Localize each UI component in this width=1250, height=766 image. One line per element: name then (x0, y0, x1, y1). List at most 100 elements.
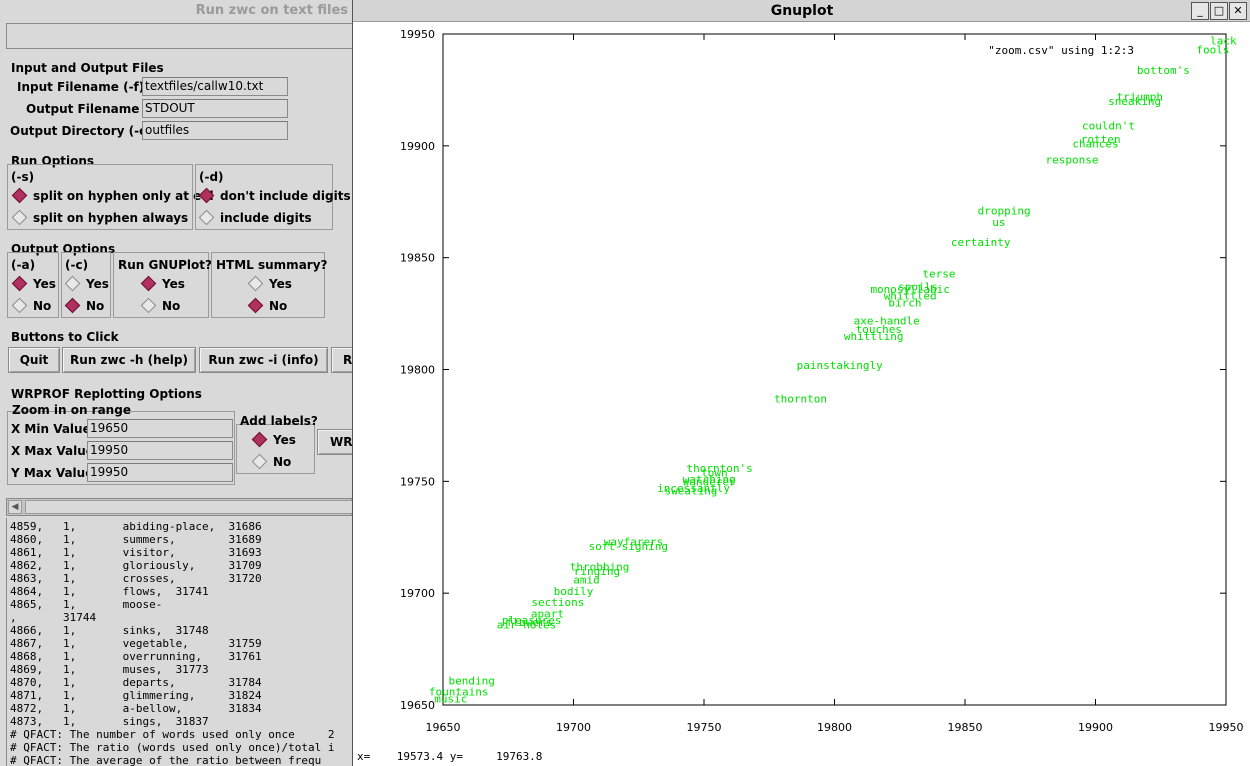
output-line: 4866, 1, sinks, 31748 (10, 624, 209, 637)
run-partial-button[interactable]: R (331, 347, 352, 373)
labels-yes-radio[interactable]: Yes (251, 431, 296, 448)
output-line: 4861, 1, visitor, 31693 (10, 546, 262, 559)
gnuplot-window: Gnuplot _ □ ✕ 19650 19700 19750 19800 19850 1… (352, 0, 1250, 766)
minimize-icon[interactable]: _ (1191, 2, 1209, 20)
split-always-radio[interactable]: split on hyphen always (11, 209, 189, 226)
output-line: 4871, 1, glimmering, 31824 (10, 689, 262, 702)
zwc-window: Run zwc on text files Input and Output F… (0, 0, 352, 766)
radio-unselected-icon (198, 209, 215, 226)
help-button[interactable]: Run zwc -h (help) (62, 347, 196, 373)
point-label: music (434, 692, 467, 705)
radio-unselected-icon (11, 209, 28, 226)
point-label: couldn't (1082, 120, 1135, 133)
y-tick-label: 19700 (400, 587, 435, 600)
output-directory-field[interactable]: outfiles (142, 121, 288, 140)
x-tick-label: 19650 (426, 721, 461, 734)
x-tick-label: 19850 (948, 721, 983, 734)
c-no-radio[interactable]: No (64, 297, 105, 314)
no-digits-label: don't include digits (220, 189, 351, 203)
a-no-label: No (33, 299, 52, 313)
split-always-label: split on hyphen always (33, 211, 189, 225)
output-line: 4867, 1, vegetable, 31759 (10, 637, 262, 650)
zwc-window-title: Run zwc on text files (0, 0, 352, 22)
output-line: 4859, 1, abiding-place, 31686 (10, 520, 262, 533)
gnuplot-plot[interactable]: 19650 19700 19750 19800 19850 19900 19950 19650… (353, 22, 1249, 748)
buttons-section-label: Buttons to Click (11, 330, 119, 344)
point-label: whittling (844, 330, 904, 343)
c-no-label: No (86, 299, 105, 313)
html-no-radio[interactable]: No (247, 297, 288, 314)
info-button[interactable]: Run zwc -i (info) (199, 347, 328, 373)
y-tick-label: 19650 (400, 699, 435, 712)
output-line: # QFACT: The number of words used only o… (10, 728, 335, 741)
close-icon[interactable]: ✕ (1229, 2, 1247, 20)
a-yes-radio[interactable]: Yes (11, 275, 56, 292)
quit-button[interactable]: Quit (8, 347, 60, 373)
point-label: terse (922, 267, 955, 280)
output-line: 4860, 1, summers, 31689 (10, 533, 262, 546)
wrprof-section-label: WRPROF Replotting Options (11, 387, 202, 401)
radio-selected-icon (198, 187, 215, 204)
input-filename-field[interactable]: textfiles/callw10.txt (142, 77, 288, 96)
labels-yes-label: Yes (273, 433, 296, 447)
output-line: , 31744 (10, 611, 97, 624)
y-tick-label: 19950 (400, 28, 435, 41)
output-line: 4864, 1, flows, 31741 (10, 585, 209, 598)
output-line: 4865, 1, moose- (10, 598, 163, 611)
radio-selected-icon (64, 297, 81, 314)
maximize-icon[interactable]: □ (1210, 2, 1228, 20)
radio-selected-icon (247, 297, 264, 314)
radio-unselected-icon (64, 275, 81, 292)
xmin-label: X Min Value (11, 422, 91, 436)
split-eol-label: split on hyphen only at eol (33, 189, 214, 203)
point-label: fools (1196, 44, 1229, 57)
cursor-coordinates: x= 19573.4 y= 19763.8 (357, 750, 543, 763)
html-summary-label: HTML summary? (216, 258, 328, 272)
include-digits-label: include digits (220, 211, 312, 225)
split-eol-radio[interactable]: split on hyphen only at eol (11, 187, 214, 204)
scrollbar-thumb[interactable] (25, 500, 352, 514)
gnuplot-yes-radio[interactable]: Yes (140, 275, 185, 292)
a-no-radio[interactable]: No (11, 297, 52, 314)
toolbar (6, 23, 352, 49)
c-flag-label: (-c) (65, 258, 89, 272)
output-filename-field[interactable]: STDOUT (142, 99, 288, 118)
x-tick-label: 19950 (1209, 721, 1244, 734)
html-yes-radio[interactable]: Yes (247, 275, 292, 292)
x-tick-label: 19750 (687, 721, 722, 734)
no-digits-radio[interactable]: don't include digits (198, 187, 351, 204)
output-line: 4869, 1, muses, 31773 (10, 663, 209, 676)
xmin-field[interactable]: 19650 (87, 419, 233, 438)
output-line: 4863, 1, crosses, 31720 (10, 572, 262, 585)
wrprof-partial-button[interactable]: WR (317, 429, 352, 455)
radio-selected-icon (11, 275, 28, 292)
a-yes-label: Yes (33, 277, 56, 291)
radio-unselected-icon (247, 275, 264, 292)
point-label: birch (888, 296, 921, 309)
scroll-left-icon[interactable]: ◀ (8, 500, 22, 514)
gnuplot-no-radio[interactable]: No (140, 297, 181, 314)
point-label: certainty (951, 236, 1011, 249)
split-flag-label: (-s) (11, 170, 35, 184)
add-labels-label: Add labels? (240, 414, 318, 428)
point-label: chances (1072, 138, 1118, 151)
html-no-label: No (269, 299, 288, 313)
output-directory-label: Output Directory (-o) (10, 124, 153, 138)
c-yes-radio[interactable]: Yes (64, 275, 109, 292)
gnuplot-yes-label: Yes (162, 277, 185, 291)
y-tick-label: 19750 (400, 475, 435, 488)
output-text-area[interactable]: 4859, 1, abiding-place, 31686 4860, 1, su… (6, 518, 352, 766)
xmax-label: X Max Value (11, 444, 94, 458)
gnuplot-no-label: No (162, 299, 181, 313)
c-yes-label: Yes (86, 277, 109, 291)
radio-selected-icon (251, 431, 268, 448)
a-flag-label: (-a) (11, 258, 36, 272)
ymax-field[interactable]: 19950 (87, 463, 233, 482)
y-tick-label: 19850 (400, 252, 435, 265)
include-digits-radio[interactable]: include digits (198, 209, 312, 226)
labels-no-radio[interactable]: No (251, 453, 291, 470)
radio-selected-icon (140, 275, 157, 292)
xmax-field[interactable]: 19950 (87, 441, 233, 460)
digits-flag-label: (-d) (199, 170, 224, 184)
horizontal-scrollbar[interactable]: ◀ (6, 498, 352, 516)
